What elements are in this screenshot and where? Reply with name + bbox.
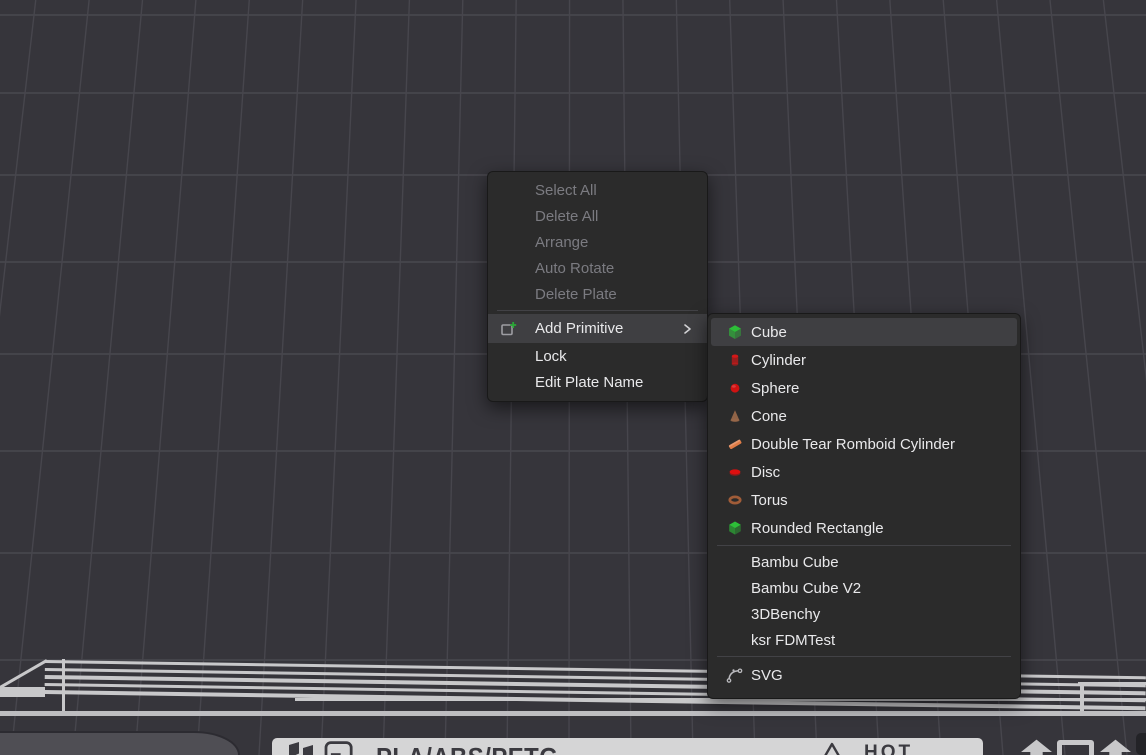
torus-icon — [718, 492, 751, 508]
romboid-cylinder-icon — [718, 436, 751, 452]
submenu-item-label: Cylinder — [751, 352, 806, 369]
menu-item-label: Arrange — [535, 234, 588, 251]
submenu-item-label: SVG — [751, 667, 783, 684]
menu-item-edit-plate-name[interactable]: Edit Plate Name — [488, 369, 707, 395]
menu-item-label: Auto Rotate — [535, 260, 614, 277]
submenu-item-label: ksr FDMTest — [751, 632, 835, 649]
menu-item-delete-all: Delete All — [488, 203, 707, 229]
plate-badge-icon — [321, 741, 357, 755]
submenu-separator — [717, 545, 1011, 546]
menu-item-arrange: Arrange — [488, 229, 707, 255]
submenu-item-bambu-cube[interactable]: Bambu Cube — [708, 549, 1020, 575]
submenu-item-label: Disc — [751, 464, 780, 481]
hot-warning-label: HOT — [864, 742, 913, 755]
plate-edge-post-left — [62, 659, 65, 712]
sphere-icon — [718, 380, 751, 396]
add-primitive-icon — [500, 320, 518, 338]
rounded-rectangle-icon — [718, 520, 751, 536]
menu-item-select-all: Select All — [488, 177, 707, 203]
submenu-item-sphere[interactable]: Sphere — [708, 374, 1020, 402]
viewport-canvas[interactable]: PLA/ABS/PETG HOT Select All Delete All A… — [0, 0, 1146, 755]
submenu-chevron-icon — [679, 321, 695, 337]
submenu-item-label: 3DBenchy — [751, 606, 820, 623]
menu-item-label: Delete Plate — [535, 286, 617, 303]
submenu-item-bambu-cube-v2[interactable]: Bambu Cube V2 — [708, 575, 1020, 601]
submenu-item-label: Cube — [751, 324, 787, 341]
menu-item-label: Lock — [535, 348, 567, 365]
submenu-item-label: Double Tear Romboid Cylinder — [751, 436, 955, 453]
hot-warning-icon — [818, 741, 846, 755]
plate-label-strip: PLA/ABS/PETG HOT — [272, 738, 983, 755]
submenu-item-svg[interactable]: SVG — [708, 660, 1020, 690]
submenu-item-double-tear-romboid-cylinder[interactable]: Double Tear Romboid Cylinder — [708, 430, 1020, 458]
plate-edge-diagonal — [0, 659, 47, 688]
menu-item-auto-rotate: Auto Rotate — [488, 255, 707, 281]
disc-icon — [718, 464, 751, 480]
menu-item-lock[interactable]: Lock — [488, 343, 707, 369]
submenu-item-cone[interactable]: Cone — [708, 402, 1020, 430]
submenu-item-label: Cone — [751, 408, 787, 425]
menu-separator — [497, 310, 698, 311]
submenu-item-rounded-rectangle[interactable]: Rounded Rectangle — [708, 514, 1020, 542]
submenu-item-label: Bambu Cube V2 — [751, 580, 861, 597]
submenu-item-disc[interactable]: Disc — [708, 458, 1020, 486]
plate-up-arrow-icon — [1020, 739, 1053, 755]
submenu-item-cube[interactable]: Cube — [711, 318, 1017, 346]
cube-icon — [718, 324, 751, 340]
cylinder-icon — [718, 352, 751, 368]
svg-bezier-icon — [718, 666, 751, 684]
plate-square-marking — [1057, 740, 1094, 755]
add-primitive-submenu: Cube Cylinder Sphere — [707, 313, 1021, 699]
plate-front-edge — [0, 711, 1146, 717]
submenu-separator — [717, 656, 1011, 657]
context-menu: Select All Delete All Arrange Auto Rotat… — [487, 171, 708, 402]
plate-edge-line-right — [1078, 682, 1146, 685]
submenu-item-label: Bambu Cube — [751, 554, 839, 571]
plate-up-arrow-icon — [1099, 739, 1132, 755]
submenu-item-label: Rounded Rectangle — [751, 520, 884, 537]
plate-corner-tab — [0, 731, 240, 755]
bambu-logo-icon — [288, 741, 316, 755]
plate-edge-stub — [0, 687, 45, 697]
menu-item-label: Add Primitive — [535, 320, 623, 337]
submenu-item-torus[interactable]: Torus — [708, 486, 1020, 514]
cone-icon — [718, 408, 751, 424]
submenu-item-label: Sphere — [751, 380, 799, 397]
plate-surface-label: PLA/ABS/PETG — [376, 742, 558, 755]
menu-item-add-primitive[interactable]: Add Primitive — [488, 314, 707, 343]
submenu-item-ksr-fdmtest[interactable]: ksr FDMTest — [708, 627, 1020, 653]
plate-side-knob — [1136, 733, 1146, 755]
menu-item-delete-plate: Delete Plate — [488, 281, 707, 307]
menu-item-label: Select All — [535, 182, 597, 199]
submenu-item-3dbenchy[interactable]: 3DBenchy — [708, 601, 1020, 627]
menu-item-label: Edit Plate Name — [535, 374, 643, 391]
submenu-item-cylinder[interactable]: Cylinder — [708, 346, 1020, 374]
menu-item-label: Delete All — [535, 208, 598, 225]
submenu-item-label: Torus — [751, 492, 788, 509]
